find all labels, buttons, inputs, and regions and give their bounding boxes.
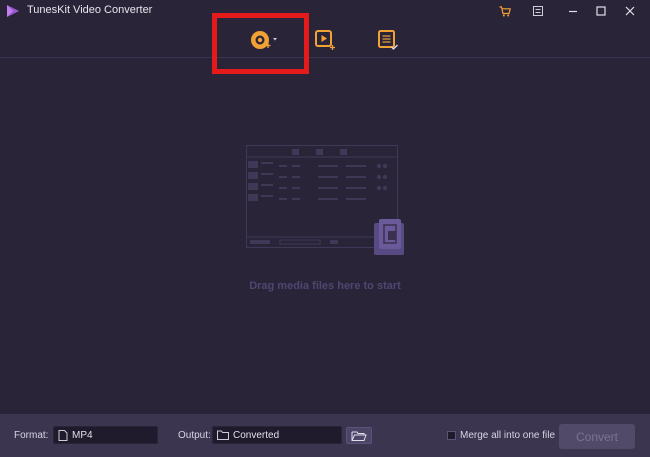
file-icon <box>58 429 68 441</box>
drop-hint-text: Drag media files here to start <box>249 280 401 292</box>
format-label: Format: <box>14 430 49 441</box>
drop-area[interactable]: Drag media files here to start <box>0 59 650 414</box>
close-icon[interactable] <box>622 3 638 19</box>
list-check-icon <box>378 30 398 50</box>
minimize-icon[interactable] <box>565 3 581 19</box>
maximize-icon[interactable] <box>593 3 609 19</box>
merge-label: Merge all into one file <box>460 430 556 441</box>
browse-folder-button[interactable] <box>346 427 372 444</box>
merge-checkbox[interactable] <box>447 431 456 440</box>
folder-icon <box>217 430 229 440</box>
video-add-icon <box>315 30 335 50</box>
output-field[interactable]: Converted <box>212 426 342 444</box>
title-bar: TunesKit Video Converter <box>0 0 650 22</box>
menu-icon[interactable] <box>530 3 546 19</box>
converted-history-button[interactable] <box>375 27 401 53</box>
add-files-button[interactable] <box>312 27 338 53</box>
toolbar <box>0 22 650 58</box>
app-logo-icon <box>7 5 19 17</box>
cart-icon[interactable] <box>497 3 513 19</box>
open-folder-icon <box>351 431 367 441</box>
add-dvd-button[interactable] <box>248 27 280 53</box>
app-title: TunesKit Video Converter <box>27 4 153 16</box>
disc-add-icon <box>251 31 277 49</box>
format-select[interactable]: MP4 <box>53 426 158 444</box>
format-value: MP4 <box>72 429 93 441</box>
output-label: Output: <box>178 430 211 441</box>
convert-button[interactable]: Convert <box>559 424 635 449</box>
drop-illustration-icon <box>246 145 404 255</box>
footer-bar: Format: MP4 Output: Converted Merge all … <box>0 414 650 457</box>
output-value: Converted <box>233 429 280 441</box>
